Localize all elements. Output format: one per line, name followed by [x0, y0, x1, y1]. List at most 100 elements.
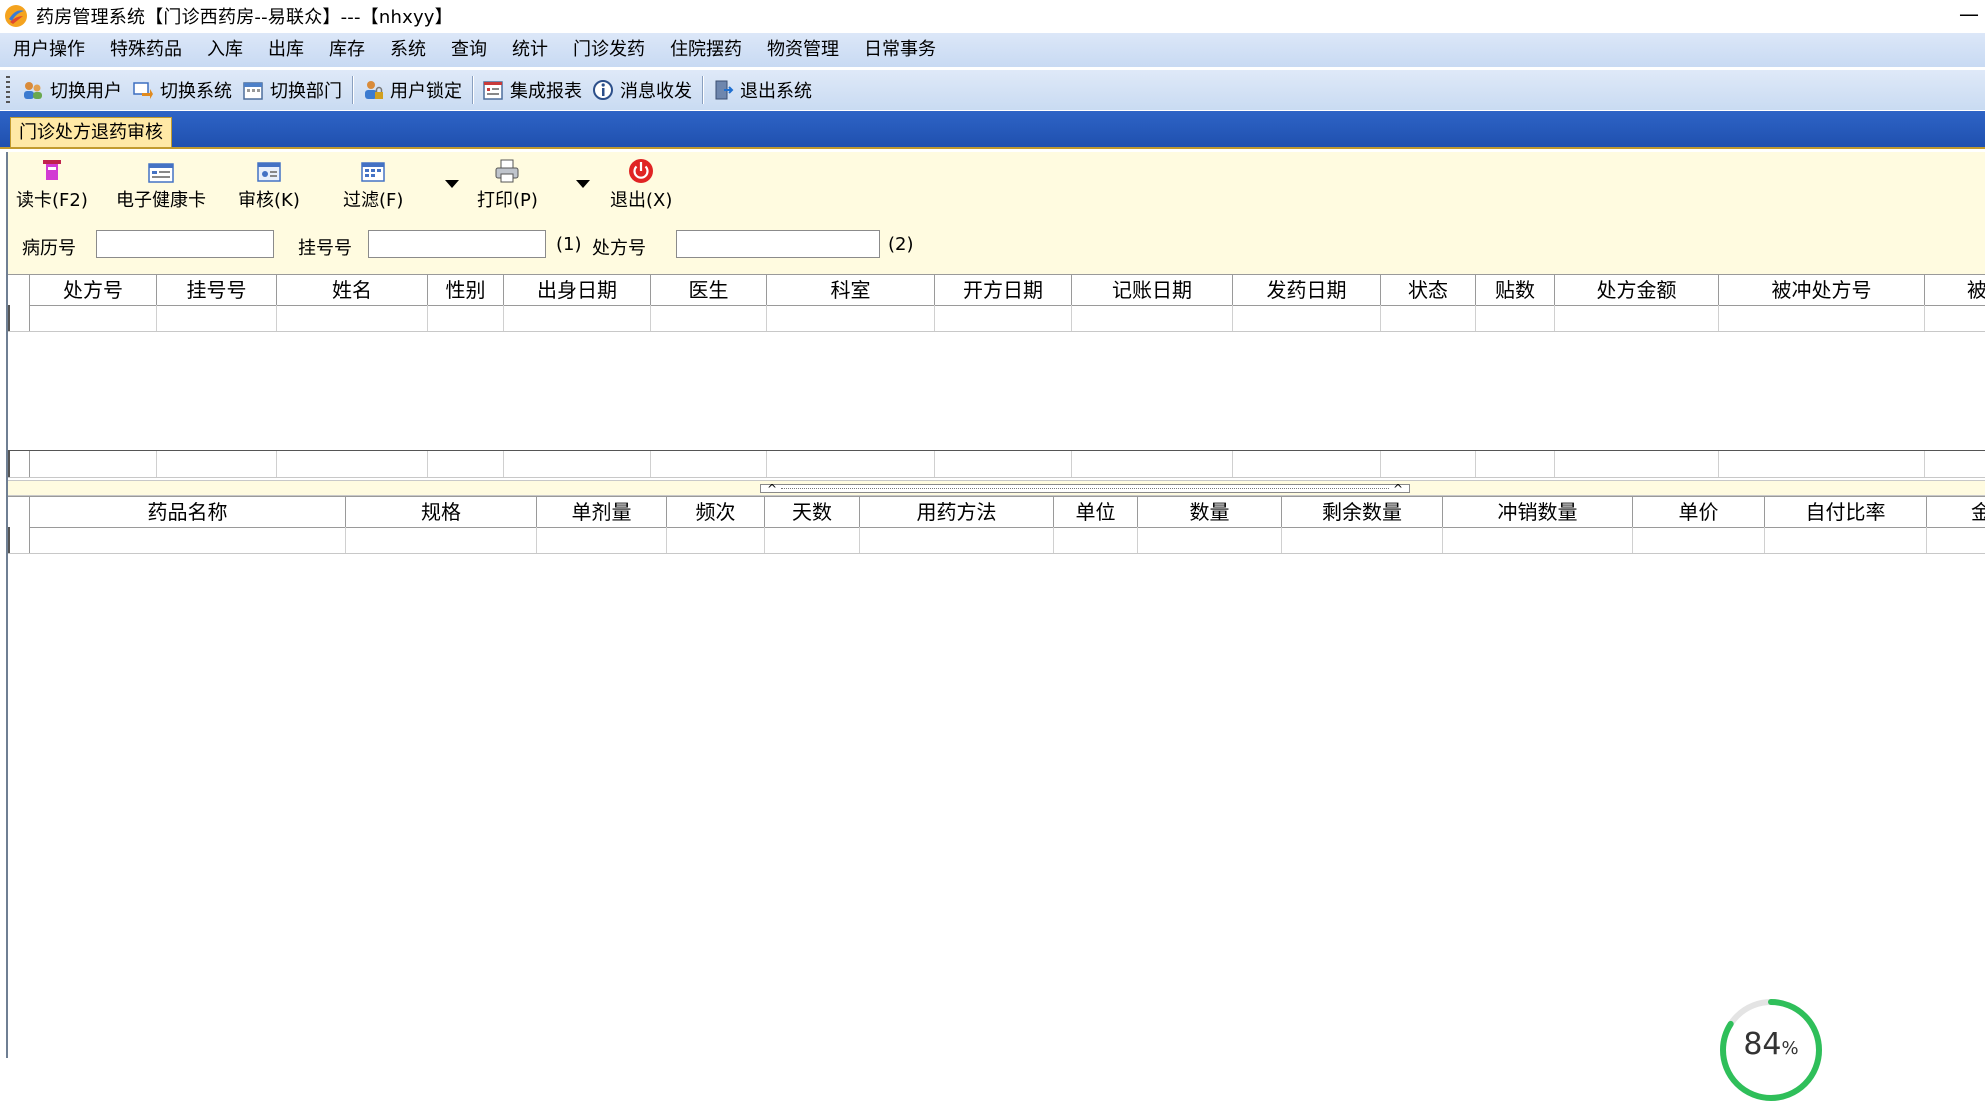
switch-system-label: 切换系统 — [160, 81, 232, 102]
col-doses[interactable]: 贴数 — [1476, 275, 1555, 305]
menu-system[interactable]: 系统 — [377, 33, 438, 67]
tab-underline — [0, 147, 1985, 149]
menu-daily-affairs[interactable]: 日常事务 — [851, 33, 948, 67]
col-frequency[interactable]: 频次 — [667, 497, 765, 527]
col-drug-name[interactable]: 药品名称 — [30, 497, 346, 527]
app-logo-icon — [5, 5, 27, 27]
filter-label: 过滤(F) — [343, 190, 404, 211]
collapse-up-icon[interactable]: ^ — [1393, 482, 1403, 496]
col-self-pay-ratio[interactable]: 自付比率 — [1765, 497, 1927, 527]
record-number-label: 病历号 — [22, 238, 76, 259]
switch-system-icon — [133, 82, 153, 99]
content-panel: 读卡(F2) 电子健康卡 审核(K) 过滤(F) 打印(P) 退出(X) 病历号… — [6, 152, 1985, 1058]
menu-special-drugs[interactable]: 特殊药品 — [97, 33, 194, 67]
col-truncated[interactable]: 金 — [1927, 497, 1985, 527]
menu-inpatient-dispense[interactable]: 住院摆药 — [657, 33, 754, 67]
menu-query[interactable]: 查询 — [438, 33, 499, 67]
switch-user-label: 切换用户 — [50, 81, 122, 102]
message-label: 消息收发 — [620, 81, 692, 102]
health-card-button[interactable]: 电子健康卡 — [116, 158, 206, 212]
grid-splitter[interactable]: ^ ^ — [8, 480, 1985, 496]
read-card-button[interactable]: 读卡(F2) — [16, 158, 88, 212]
col-unit[interactable]: 单位 — [1054, 497, 1138, 527]
col-truncated[interactable]: 被 — [1925, 275, 1985, 305]
filter-button[interactable]: 过滤(F) — [343, 158, 403, 212]
report-icon — [483, 81, 503, 100]
print-button[interactable]: 打印(P) — [477, 158, 538, 212]
col-specification[interactable]: 规格 — [346, 497, 537, 527]
drug-detail-grid-header: 药品名称 规格 单剂量 频次 天数 用药方法 单位 数量 剩余数量 冲销数量 单… — [8, 496, 1985, 528]
col-usage-method[interactable]: 用药方法 — [860, 497, 1054, 527]
switch-system-button[interactable]: 切换系统 — [128, 73, 238, 107]
col-gender[interactable]: 性别 — [428, 275, 504, 305]
prescription-grid: 处方号 挂号号 姓名 性别 出身日期 医生 科室 开方日期 记账日期 发药日期 … — [8, 274, 1985, 480]
command-bar: 读卡(F2) 电子健康卡 审核(K) 过滤(F) 打印(P) 退出(X) — [8, 152, 1985, 216]
col-status[interactable]: 状态 — [1381, 275, 1476, 305]
search-bar: 病历号 挂号号 (1) 处方号 (2) — [8, 216, 1985, 274]
info-icon — [593, 80, 613, 100]
tab-outpatient-return-audit[interactable]: 门诊处方退药审核 — [10, 117, 172, 148]
menu-stock-in[interactable]: 入库 — [194, 33, 255, 67]
switch-dept-label: 切换部门 — [270, 81, 342, 102]
col-patient-name[interactable]: 姓名 — [277, 275, 428, 305]
filter-icon — [361, 162, 385, 182]
col-prescribe-date[interactable]: 开方日期 — [935, 275, 1072, 305]
print-dropdown-arrow[interactable] — [576, 180, 590, 188]
card-reader-icon — [42, 160, 61, 180]
col-remaining-quantity[interactable]: 剩余数量 — [1282, 497, 1443, 527]
tab-strip: 门诊处方退药审核 — [0, 111, 1985, 149]
registration-number-label: 挂号号 — [298, 238, 352, 259]
switch-user-button[interactable]: 切换用户 — [18, 73, 128, 107]
col-offset-prescription-no[interactable]: 被冲处方号 — [1719, 275, 1925, 305]
registration-number-input[interactable] — [368, 230, 546, 258]
grid-corner[interactable] — [8, 275, 30, 305]
exit-label: 退出(X) — [610, 190, 673, 211]
switch-dept-button[interactable]: 切换部门 — [238, 73, 348, 107]
menu-stock-out[interactable]: 出库 — [255, 33, 316, 67]
report-label: 集成报表 — [510, 81, 582, 102]
prescription-number-input[interactable] — [676, 230, 880, 258]
progress-value: 84 — [1743, 1027, 1782, 1062]
minimize-button[interactable]: — — [1959, 2, 1979, 26]
prescription-hint: (2) — [888, 234, 914, 255]
progress-ring: 84% — [1716, 995, 1826, 1105]
col-doctor[interactable]: 医生 — [651, 275, 767, 305]
menu-statistics[interactable]: 统计 — [499, 33, 560, 67]
message-button[interactable]: 消息收发 — [588, 73, 698, 107]
calendar-icon — [243, 82, 263, 100]
menu-materials[interactable]: 物资管理 — [754, 33, 851, 67]
col-department[interactable]: 科室 — [767, 275, 935, 305]
audit-button[interactable]: 审核(K) — [238, 158, 300, 212]
col-quantity[interactable]: 数量 — [1138, 497, 1282, 527]
filter-dropdown-arrow[interactable] — [445, 180, 459, 188]
table-row[interactable] — [8, 305, 1985, 332]
table-row[interactable] — [8, 527, 1985, 554]
grid-corner[interactable] — [8, 497, 30, 527]
menu-bar: 用户操作 特殊药品 入库 出库 库存 系统 查询 统计 门诊发药 住院摆药 物资… — [0, 33, 1985, 67]
col-billing-date[interactable]: 记账日期 — [1072, 275, 1233, 305]
col-dispense-date[interactable]: 发药日期 — [1233, 275, 1381, 305]
users-icon — [24, 82, 42, 99]
col-prescription-amount[interactable]: 处方金额 — [1555, 275, 1719, 305]
col-days[interactable]: 天数 — [765, 497, 860, 527]
menu-user-ops[interactable]: 用户操作 — [0, 33, 97, 67]
registration-hint: (1) — [556, 234, 582, 255]
exit-button[interactable]: 退出(X) — [610, 158, 672, 212]
exit-system-button[interactable]: 退出系统 — [708, 73, 818, 107]
toolbar-grip[interactable] — [6, 76, 10, 104]
record-number-input[interactable] — [96, 230, 274, 258]
col-registration-no[interactable]: 挂号号 — [157, 275, 277, 305]
col-offset-quantity[interactable]: 冲销数量 — [1443, 497, 1633, 527]
col-birth-date[interactable]: 出身日期 — [504, 275, 651, 305]
row-header[interactable] — [8, 305, 30, 331]
splitter-handle[interactable]: ^ ^ — [760, 482, 1410, 496]
menu-inventory[interactable]: 库存 — [316, 33, 377, 67]
col-prescription-no[interactable]: 处方号 — [30, 275, 157, 305]
user-lock-button[interactable]: 用户锁定 — [358, 73, 468, 107]
col-single-dose[interactable]: 单剂量 — [537, 497, 667, 527]
report-button[interactable]: 集成报表 — [478, 73, 588, 107]
row-header[interactable] — [8, 527, 30, 553]
collapse-up-icon[interactable]: ^ — [767, 482, 777, 496]
col-unit-price[interactable]: 单价 — [1633, 497, 1765, 527]
menu-outpatient-dispense[interactable]: 门诊发药 — [560, 33, 657, 67]
